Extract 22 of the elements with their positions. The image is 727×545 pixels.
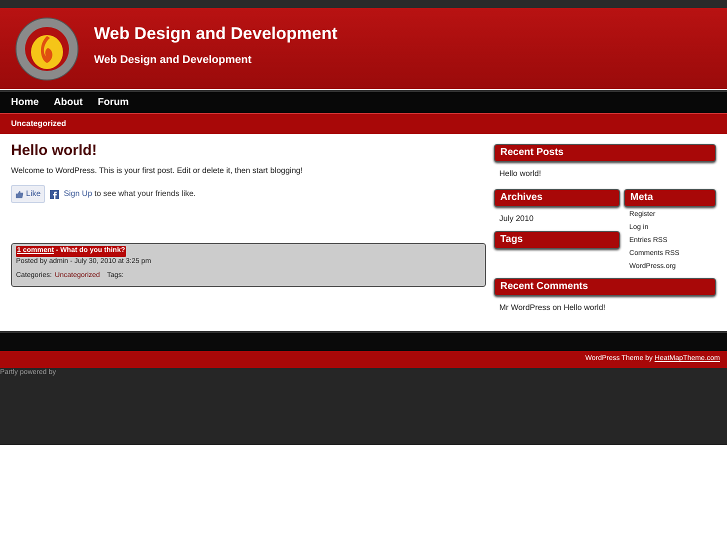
widget-title: Archives — [494, 189, 620, 207]
signup-link[interactable]: Sign Up — [64, 189, 92, 198]
widget-link[interactable]: Mr WordPress on Hello world! — [499, 301, 606, 314]
nav-link[interactable]: Forum — [98, 95, 129, 110]
widget-title: Recent Comments — [494, 278, 716, 296]
nav-link[interactable]: Home — [11, 95, 39, 110]
site-tagline: Web Design and Development — [94, 52, 252, 68]
post-body: Welcome to WordPress. This is your first post. Edit or delete it, then start blogging! — [11, 165, 304, 177]
widget-title: Recent Posts — [494, 144, 716, 162]
site-title[interactable]: Web Design and Development — [94, 21, 338, 46]
nav-link[interactable]: About — [54, 95, 83, 110]
post-title[interactable]: Hello world! — [11, 142, 486, 160]
category-link[interactable]: Uncategorized — [11, 118, 66, 130]
widget-link[interactable]: Hello world! — [499, 167, 542, 180]
widget-link[interactable]: July 2010 — [499, 212, 534, 225]
facebook-icon — [50, 190, 59, 198]
logo-icon — [14, 16, 80, 82]
thumbs-up-icon — [15, 190, 24, 198]
signup-text: Sign Up to see what your friends like. — [64, 188, 196, 200]
like-button[interactable]: Like — [11, 185, 45, 203]
widget-title: Meta — [624, 189, 716, 207]
widget-title: Tags — [494, 231, 620, 249]
